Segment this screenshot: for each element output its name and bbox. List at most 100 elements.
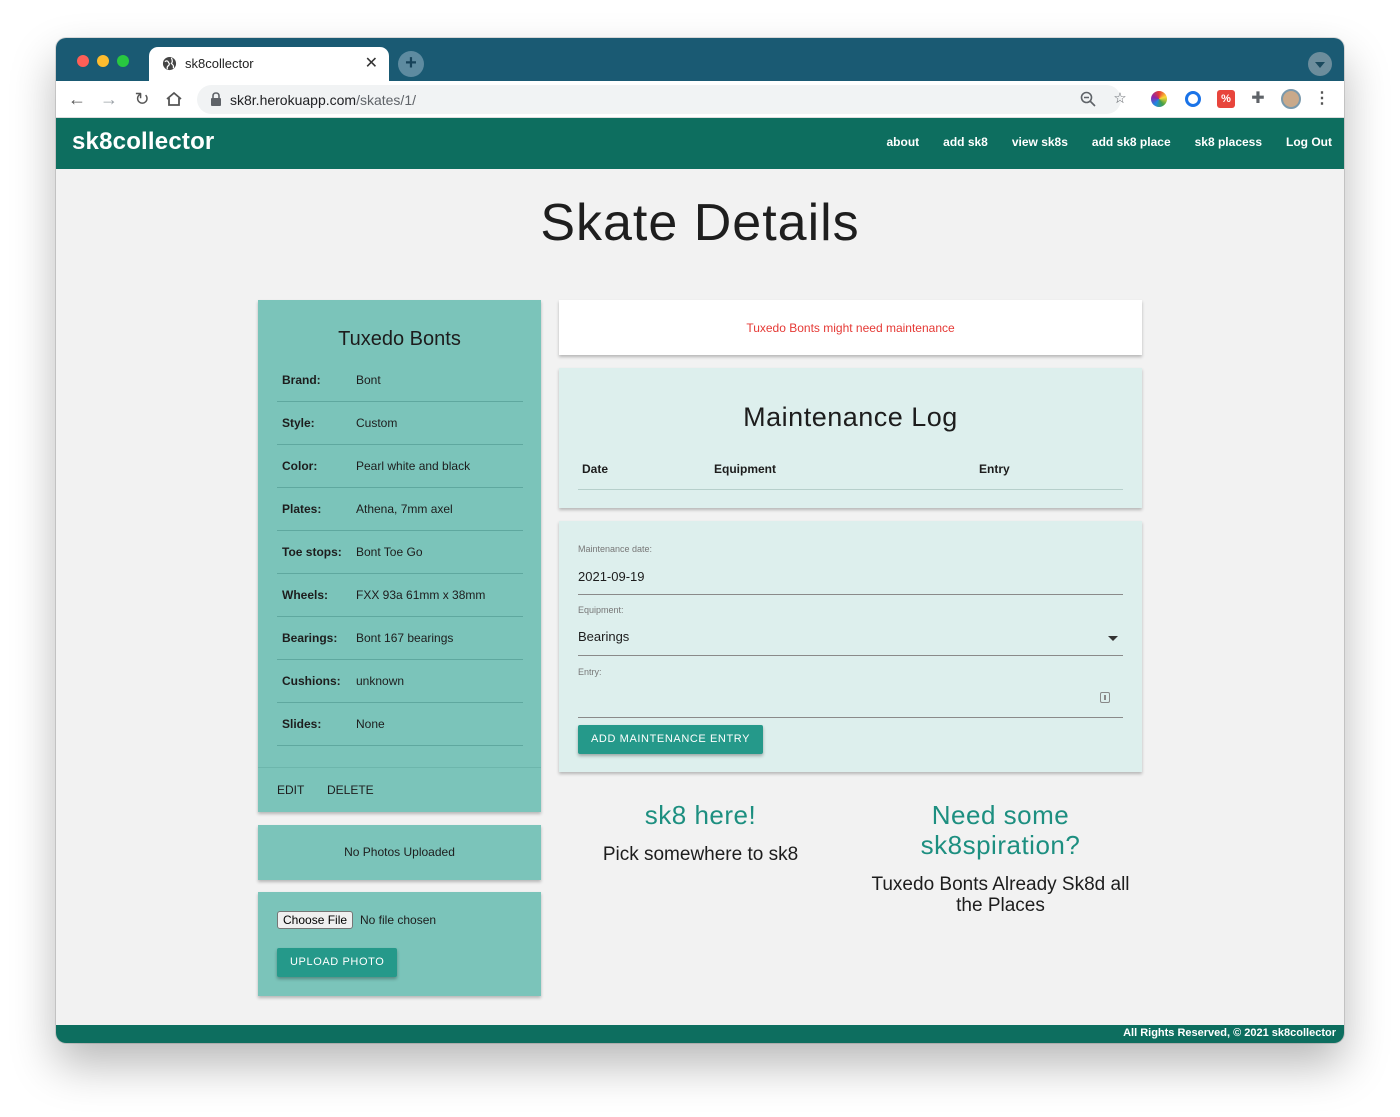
nav-link-add-sk8-place[interactable]: add sk8 place xyxy=(1092,135,1171,149)
skate-name: Tuxedo Bonts xyxy=(338,328,461,350)
bookmark-star-icon[interactable]: ☆ xyxy=(1110,89,1130,109)
maintenance-alert: Tuxedo Bonts might need maintenance xyxy=(559,300,1142,355)
date-input-underline xyxy=(578,594,1123,595)
reload-icon[interactable]: ↻ xyxy=(130,87,154,111)
tab-strip: sk8collector ✕ + xyxy=(56,38,1344,81)
profile-avatar-icon[interactable] xyxy=(1281,89,1301,109)
nav-links: about add sk8 view sk8s add sk8 place sk… xyxy=(886,135,1332,149)
color-picker-extension-icon[interactable] xyxy=(1151,91,1167,107)
forward-icon[interactable]: → xyxy=(97,87,121,111)
spec-table: Brand: Bont Style: Custom Color: Pearl whit… xyxy=(277,359,523,746)
spec-row: Brand: Bont xyxy=(277,359,523,402)
browser-tab[interactable]: sk8collector ✕ xyxy=(149,47,389,81)
delete-link[interactable]: DELETE xyxy=(327,783,374,797)
close-tab-icon[interactable]: ✕ xyxy=(365,53,378,73)
sk8-here-subtext: Pick somewhere to sk8 xyxy=(602,844,799,865)
browser-toolbar: ← → ↻ sk8r.herokuapp.com/skates/1/ ☆ % ✚… xyxy=(56,81,1344,118)
spec-label: Plates: xyxy=(282,502,322,516)
edit-link[interactable]: EDIT xyxy=(277,783,304,797)
entry-label: Entry: xyxy=(578,667,602,677)
card-actions: EDIT DELETE xyxy=(258,767,541,812)
nav-link-logout[interactable]: Log Out xyxy=(1286,135,1332,149)
spec-label: Style: xyxy=(282,416,315,430)
inspiration-subtext: Tuxedo Bonts Already Sk8d all the Places xyxy=(871,874,1130,916)
entry-input[interactable] xyxy=(578,717,1123,718)
photos-card: No Photos Uploaded xyxy=(258,825,541,880)
spec-row: Wheels: FXX 93a 61mm x 38mm xyxy=(277,574,523,617)
alert-text: Tuxedo Bonts might need maintenance xyxy=(746,321,955,335)
column-header-entry: Entry xyxy=(979,462,1010,476)
maintenance-date-input[interactable]: 2021-09-19 xyxy=(578,569,645,584)
spec-row: Bearings: Bont 167 bearings xyxy=(277,617,523,660)
zoom-icon[interactable] xyxy=(1078,89,1098,109)
add-maintenance-entry-button[interactable]: ADD MAINTENANCE ENTRY xyxy=(578,725,764,754)
spec-label: Brand: xyxy=(282,373,321,387)
maintenance-form: Maintenance date: 2021-09-19 Equipment: … xyxy=(559,521,1142,772)
upload-photo-card: Choose File No file chosen UPLOAD PHOTO xyxy=(258,892,541,996)
column-header-equipment: Equipment xyxy=(714,462,776,476)
maximize-window-button[interactable] xyxy=(117,55,129,67)
nav-link-sk8-places[interactable]: sk8 placess xyxy=(1195,135,1262,149)
url-host: sk8r.herokuapp.com xyxy=(230,92,357,108)
nav-link-view-sk8s[interactable]: view sk8s xyxy=(1012,135,1068,149)
nav-link-about[interactable]: about xyxy=(886,135,919,149)
minimize-window-button[interactable] xyxy=(97,55,109,67)
footer-text: All Rights Reserved, © 2021 sk8collector xyxy=(1123,1027,1336,1039)
autofill-icon[interactable] xyxy=(1100,692,1110,703)
page-footer: All Rights Reserved, © 2021 sk8collector xyxy=(56,1025,1344,1043)
spec-value: None xyxy=(356,717,385,731)
extension-blue-icon[interactable] xyxy=(1185,91,1201,107)
tab-title: sk8collector xyxy=(185,56,254,71)
url-path: /skates/1/ xyxy=(356,92,416,108)
spec-label: Cushions: xyxy=(282,674,341,688)
no-photos-text: No Photos Uploaded xyxy=(344,845,455,859)
brand-logo[interactable]: sk8collector xyxy=(72,128,214,156)
maintenance-log-title: Maintenance Log xyxy=(743,402,958,432)
spec-row: Toe stops: Bont Toe Go xyxy=(277,531,523,574)
chevron-down-icon[interactable] xyxy=(1108,636,1118,641)
equipment-select-underline xyxy=(578,655,1123,656)
browser-window: sk8collector ✕ + ← → ↻ sk8r.herokuapp.co… xyxy=(56,38,1344,1043)
maintenance-log-card: Maintenance Log Date Equipment Entry xyxy=(559,368,1142,508)
menu-kebab-icon[interactable]: ⋮ xyxy=(1310,87,1334,111)
spec-row: Cushions: unknown xyxy=(277,660,523,703)
spec-value: Athena, 7mm axel xyxy=(356,502,453,516)
inspiration-heading-line1: Need some xyxy=(931,800,1070,830)
extension-red-icon[interactable]: % xyxy=(1217,90,1235,108)
tab-search-button[interactable] xyxy=(1308,52,1332,76)
home-icon[interactable] xyxy=(162,87,186,111)
spec-value: Bont 167 bearings xyxy=(356,631,454,645)
spec-label: Bearings: xyxy=(282,631,338,645)
address-bar[interactable]: sk8r.herokuapp.com/skates/1/ ☆ xyxy=(197,85,1127,114)
spec-row: Slides: None xyxy=(277,703,523,746)
upload-photo-button[interactable]: UPLOAD PHOTO xyxy=(277,948,398,977)
lock-icon xyxy=(211,92,221,106)
spec-value: Custom xyxy=(356,416,398,430)
skate-details-card: Tuxedo Bonts Brand: Bont Style: Custom Col… xyxy=(258,300,541,812)
inspiration-section: Need some sk8spiration? Tuxedo Bonts Alr… xyxy=(859,800,1142,916)
no-file-chosen-text: No file chosen xyxy=(360,913,437,927)
spec-row: Style: Custom xyxy=(277,402,523,445)
page-title: Skate Details xyxy=(540,194,860,252)
new-tab-button[interactable]: + xyxy=(398,51,424,77)
nav-link-add-sk8[interactable]: add sk8 xyxy=(943,135,988,149)
equipment-label: Equipment: xyxy=(578,605,624,615)
spec-label: Color: xyxy=(282,459,318,473)
spec-value: FXX 93a 61mm x 38mm xyxy=(356,588,486,602)
close-window-button[interactable] xyxy=(77,55,89,67)
spec-value: Pearl white and black xyxy=(356,459,471,473)
choose-file-button[interactable]: Choose File xyxy=(277,911,354,929)
spec-value: Bont Toe Go xyxy=(356,545,423,559)
inspiration-heading-line2: sk8spiration? xyxy=(920,830,1081,860)
back-icon[interactable]: ← xyxy=(65,87,89,111)
maintenance-date-label: Maintenance date: xyxy=(578,544,653,554)
column-header-date: Date xyxy=(582,462,609,476)
spec-row: Plates: Athena, 7mm axel xyxy=(277,488,523,531)
extensions-puzzle-icon[interactable]: ✚ xyxy=(1249,90,1267,108)
sk8-here-section: sk8 here! Pick somewhere to sk8 xyxy=(559,800,842,865)
log-table-header: Date Equipment Entry xyxy=(578,460,1123,490)
sk8-here-heading[interactable]: sk8 here! xyxy=(559,800,842,830)
app-navbar: sk8collector about add sk8 view sk8s add… xyxy=(56,118,1344,169)
equipment-select[interactable]: Bearings xyxy=(578,629,629,644)
spec-row: Color: Pearl white and black xyxy=(277,445,523,488)
